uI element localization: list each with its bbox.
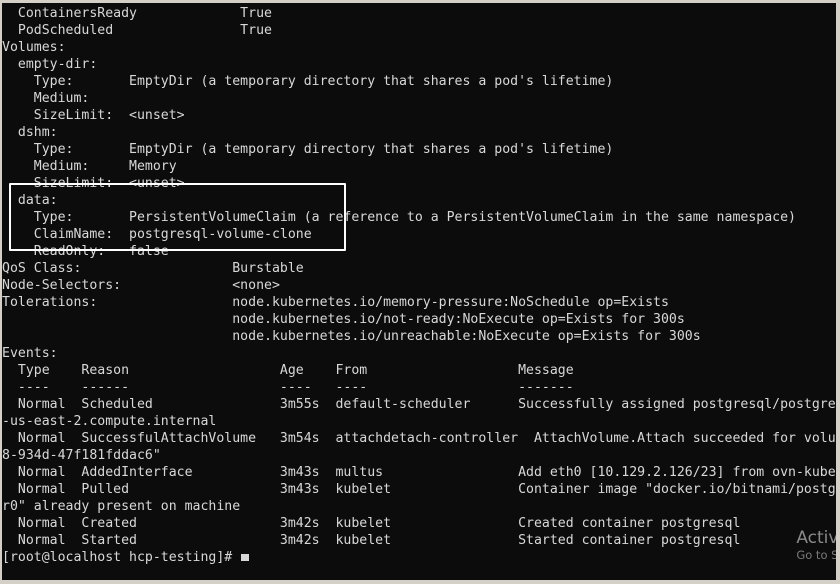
console-line: Medium: <box>2 90 836 107</box>
console-line: ClaimName: postgresql-volume-clone <box>2 226 836 243</box>
console-line: Type Reason Age From Message <box>2 362 836 379</box>
console-line: QoS Class: Burstable <box>2 260 836 277</box>
console-line: node.kubernetes.io/not-ready:NoExecute o… <box>2 311 836 328</box>
console-line: 8-934d-47f181fddac6" <box>2 447 836 464</box>
console-line: Tolerations: node.kubernetes.io/memory-p… <box>2 294 836 311</box>
console-line: SizeLimit: <unset> <box>2 107 836 124</box>
console-line: ---- ------ ---- ---- ------- <box>2 379 836 396</box>
console-line: Type: PersistentVolumeClaim (a reference… <box>2 209 836 226</box>
console-line: Volumes: <box>2 39 836 56</box>
console-line: node.kubernetes.io/unreachable:NoExecute… <box>2 328 836 345</box>
console-line: ReadOnly: false <box>2 243 836 260</box>
console-line: data: <box>2 192 836 209</box>
console-line: PodScheduled True <box>2 22 836 39</box>
console-surface[interactable]: ContainersReady True PodScheduled True V… <box>2 3 836 580</box>
console-line: SizeLimit: <unset> <box>2 175 836 192</box>
console-line: Normal SuccessfulAttachVolume 3m54s atta… <box>2 430 836 447</box>
console-line: ContainersReady True <box>2 5 836 22</box>
console-line: Normal Scheduled 3m55s default-scheduler… <box>2 396 836 413</box>
console-line: Type: EmptyDir (a temporary directory th… <box>2 141 836 158</box>
console-line: Type: EmptyDir (a temporary directory th… <box>2 73 836 90</box>
console-line: Events: <box>2 345 836 362</box>
terminal-window[interactable]: ContainersReady True PodScheduled True V… <box>0 0 840 584</box>
console-line: Node-Selectors: <none> <box>2 277 836 294</box>
console-line: empty-dir: <box>2 56 836 73</box>
console-line: -us-east-2.compute.internal <box>2 413 836 430</box>
console-text-buffer: ContainersReady True PodScheduled True V… <box>2 5 836 566</box>
shell-prompt-line[interactable]: [root@localhost hcp-testing]# <box>2 549 836 566</box>
console-line: Medium: Memory <box>2 158 836 175</box>
console-line: r0" already present on machine <box>2 498 836 515</box>
console-line: Normal Created 3m42s kubelet Created con… <box>2 515 836 532</box>
console-line: Normal Started 3m42s kubelet Started con… <box>2 532 836 549</box>
console-line: dshm: <box>2 124 836 141</box>
console-line: Normal AddedInterface 3m43s multus Add e… <box>2 464 836 481</box>
shell-prompt-text: [root@localhost hcp-testing]# <box>2 550 240 565</box>
text-cursor <box>241 554 249 561</box>
console-line: Normal Pulled 3m43s kubelet Container im… <box>2 481 836 498</box>
